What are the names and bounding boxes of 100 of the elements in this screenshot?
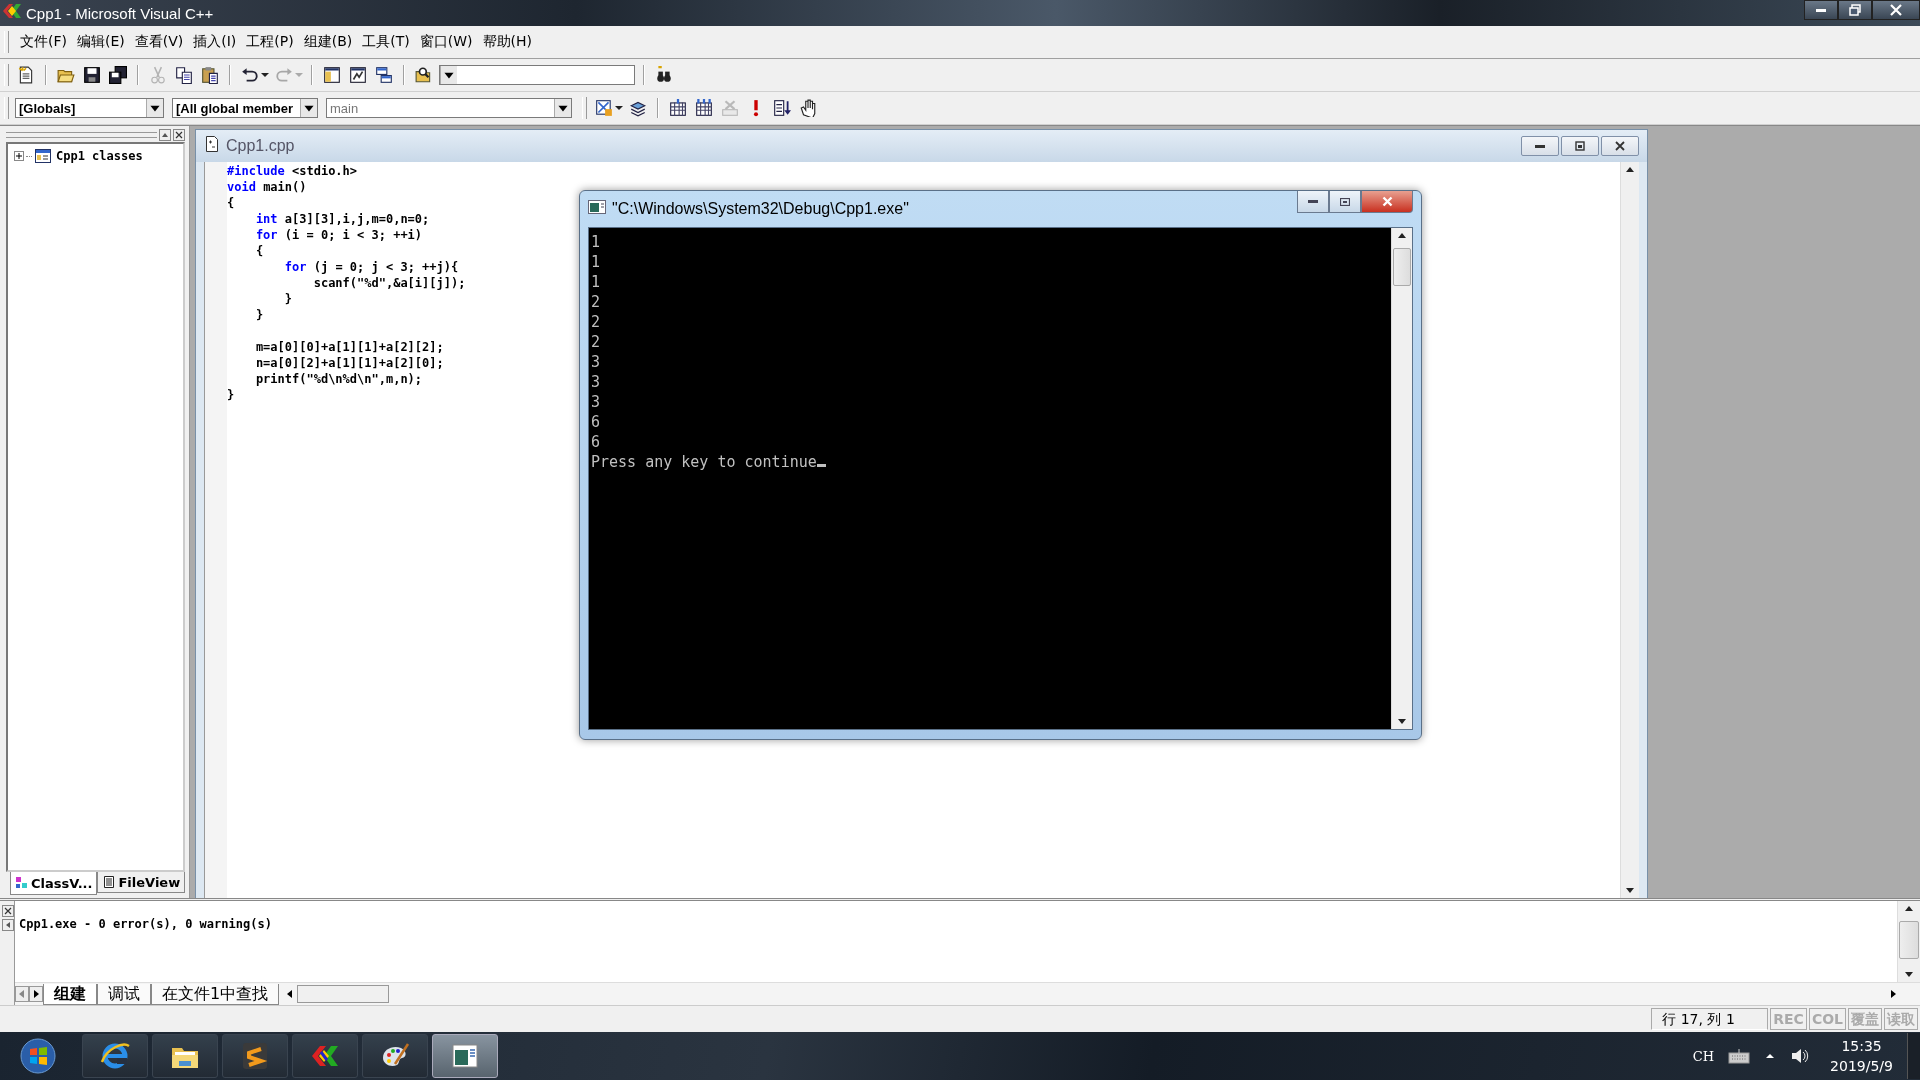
code-line: for (i = 0; i < 3; ++i)	[254, 227, 423, 243]
copy-icon[interactable]	[175, 66, 193, 84]
hand-icon[interactable]	[799, 99, 817, 117]
document-icon	[204, 135, 220, 153]
minimize-button[interactable]	[1297, 191, 1329, 213]
scroll-right-icon[interactable]	[29, 986, 43, 1002]
close-button[interactable]	[1872, 0, 1920, 20]
minimize-icon	[1816, 8, 1826, 12]
console-output: 1 1 1 2 2 2 3 3 3 6 6 Press any key to continue	[589, 228, 1391, 729]
code-line: }	[283, 291, 293, 307]
taskbar-button[interactable]	[152, 1034, 218, 1078]
floppies-icon[interactable]	[109, 66, 127, 84]
output-tab[interactable]: 在文件1中查找	[151, 983, 280, 1005]
code-line: }	[254, 307, 264, 323]
new-document-icon[interactable]	[17, 66, 35, 84]
scroll-thumb[interactable]	[1393, 248, 1411, 286]
windows-logo-icon	[20, 1038, 56, 1074]
taskbar-button[interactable]	[222, 1034, 288, 1078]
restore-button[interactable]	[1329, 191, 1361, 213]
restore-icon	[1575, 141, 1585, 151]
dropdown[interactable]: main	[326, 98, 572, 118]
menu-item[interactable]: 文件(F)	[15, 30, 72, 54]
code-line: scanf("%d",&a[i][j]);	[312, 275, 466, 291]
grid-icon[interactable]	[669, 99, 687, 117]
code-line: void main()	[227, 179, 307, 195]
status-indicator: 读取	[1884, 1008, 1918, 1030]
undo-icon[interactable]	[241, 66, 259, 84]
restore-button[interactable]	[1838, 0, 1872, 20]
floppy-icon[interactable]	[83, 66, 101, 84]
code-line: #include <stdio.h>	[227, 163, 358, 179]
document-icon	[102, 875, 117, 889]
panel-tab[interactable]: ClassV...	[10, 872, 98, 895]
close-button[interactable]	[1601, 136, 1639, 156]
app-logo-icon	[2, 2, 22, 20]
stack-icon[interactable]	[629, 99, 647, 117]
cursor-position: 行 17, 列 1	[1651, 1008, 1769, 1030]
console-icon	[588, 199, 606, 215]
window-icon[interactable]	[349, 66, 367, 84]
keyboard-icon[interactable]	[1728, 1048, 1751, 1064]
find-combo[interactable]	[439, 65, 635, 85]
classes-icon	[34, 148, 52, 164]
maximize-panel-icon[interactable]	[159, 129, 171, 141]
close-icon	[1381, 196, 1393, 207]
vertical-scrollbar[interactable]	[1620, 162, 1639, 898]
output-tab[interactable]: 组建	[43, 983, 97, 1005]
panel-tab[interactable]: FileView	[97, 872, 186, 893]
window-title: Cpp1 - Microsoft Visual C++	[26, 4, 214, 22]
minimize-icon	[1308, 200, 1318, 203]
code-line: n=a[0][2]+a[1][1]+a[2][0];	[254, 355, 444, 371]
maximize-panel-icon[interactable]	[2, 919, 14, 931]
menu-item[interactable]: 工具(T)	[357, 30, 415, 54]
close-icon	[1890, 4, 1902, 16]
close-panel-icon[interactable]	[173, 129, 185, 141]
language-indicator[interactable]: CH	[1692, 1048, 1715, 1064]
windows-icon[interactable]	[375, 66, 393, 84]
code-line: }	[227, 387, 235, 403]
minimize-icon	[1535, 144, 1545, 148]
menu-item[interactable]: 插入(I)	[188, 30, 242, 54]
output-tab[interactable]: 调试	[97, 983, 151, 1005]
folder-search-icon[interactable]	[415, 66, 433, 84]
code-line: for (j = 0; j < 3; ++j){	[283, 259, 459, 275]
menu-item[interactable]: 窗口(W)	[414, 30, 478, 54]
restore-button[interactable]	[1561, 136, 1599, 156]
console-title: "C:\Windows\System32\Debug\Cpp1.exe"	[612, 200, 909, 218]
restore-icon	[1849, 4, 1861, 16]
status-indicator: 覆盖	[1848, 1008, 1882, 1030]
dropdown[interactable]: [All global member	[172, 98, 318, 118]
status-indicator: REC	[1770, 1008, 1807, 1030]
editor-title: Cpp1.cpp	[226, 137, 295, 155]
code-line: printf("%d\n%d\n",m,n);	[254, 371, 423, 387]
binoculars-icon[interactable]	[655, 66, 673, 84]
output-line: Cpp1.exe - 0 error(s), 0 warning(s)	[19, 917, 273, 931]
scroll-thumb[interactable]	[1899, 921, 1919, 959]
wizard-icon[interactable]	[595, 99, 613, 117]
menu-item[interactable]: 工程(P)	[241, 30, 299, 54]
speaker-icon[interactable]	[1790, 1047, 1811, 1065]
code-line: {	[254, 243, 264, 259]
menu-item[interactable]: 编辑(E)	[72, 30, 130, 54]
taskbar-button[interactable]	[362, 1034, 428, 1078]
close-panel-icon[interactable]	[2, 905, 14, 917]
minimize-button[interactable]	[1804, 0, 1838, 20]
dropdown[interactable]: [Globals]	[15, 98, 164, 118]
minimize-button[interactable]	[1521, 136, 1559, 156]
taskbar-button[interactable]	[432, 1034, 498, 1078]
list-arrow-icon[interactable]	[773, 99, 791, 117]
grid-icon[interactable]	[695, 99, 713, 117]
menu-item[interactable]: 帮助(H)	[477, 30, 537, 54]
tree-item[interactable]: Cpp1 classes	[54, 149, 143, 163]
restore-icon	[1340, 197, 1350, 206]
vertical-scrollbar[interactable]	[1391, 228, 1412, 729]
vertical-scrollbar[interactable]	[1897, 901, 1920, 982]
clock[interactable]: 15:35 2019/5/9	[1830, 1036, 1893, 1076]
clipboard-icon[interactable]	[201, 66, 219, 84]
window-icon[interactable]	[323, 66, 341, 84]
menu-item[interactable]: 组建(B)	[298, 30, 358, 54]
taskbar-button[interactable]	[82, 1034, 148, 1078]
expand-icon[interactable]	[14, 151, 24, 161]
classes-icon	[15, 876, 29, 890]
menu-item[interactable]: 查看(V)	[129, 30, 189, 54]
code-line: int a[3][3],i,j,m=0,n=0;	[254, 211, 430, 227]
